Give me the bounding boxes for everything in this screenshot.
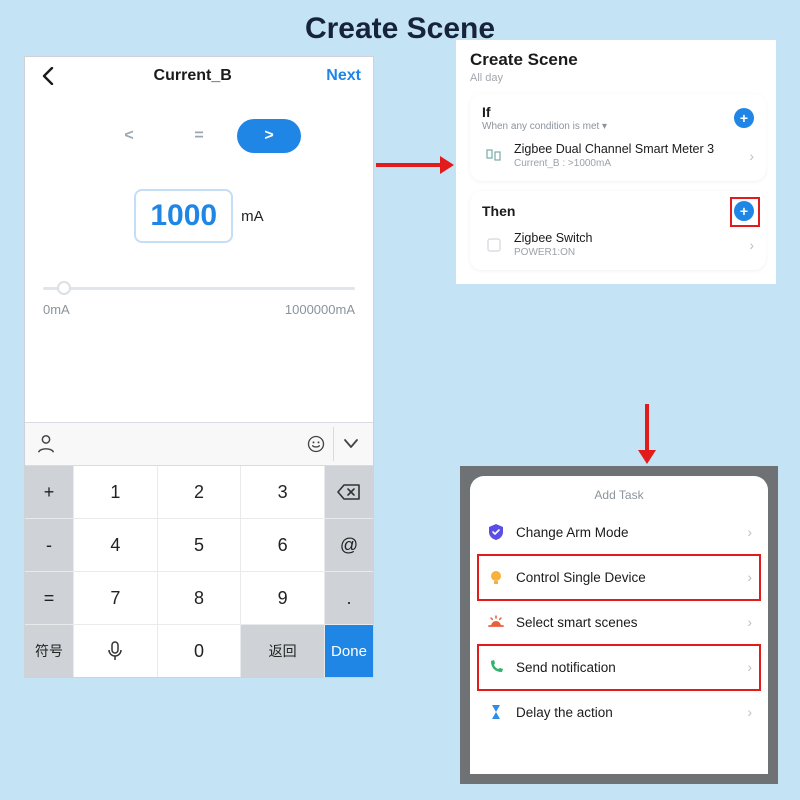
- key-2[interactable]: 2: [158, 466, 241, 518]
- key-done[interactable]: Done: [325, 625, 373, 677]
- back-button[interactable]: [37, 65, 59, 87]
- then-card: Then + Zigbee Switch POWER1:ON ›: [470, 191, 766, 270]
- key-equals[interactable]: =: [25, 572, 73, 624]
- if-title: If: [482, 104, 607, 120]
- shield-icon: [486, 522, 506, 542]
- schedule-label: All day: [470, 72, 766, 84]
- chevron-down-icon: [344, 439, 358, 449]
- key-9[interactable]: 9: [241, 572, 324, 624]
- keyboard-mode-icon[interactable]: [31, 429, 61, 459]
- task-control-single-device[interactable]: Control Single Device ›: [478, 555, 760, 600]
- key-8[interactable]: 8: [158, 572, 241, 624]
- action-row[interactable]: Zigbee Switch POWER1:ON ›: [482, 231, 754, 258]
- hourglass-icon: [486, 702, 506, 722]
- smile-icon: [306, 434, 326, 454]
- add-task-sheet: Add Task Change Arm Mode › Control Singl…: [460, 466, 778, 784]
- key-1[interactable]: 1: [74, 466, 157, 518]
- if-subtitle[interactable]: When any condition is met ▾: [482, 121, 607, 132]
- key-minus[interactable]: -: [25, 519, 73, 571]
- header: Current_B Next: [25, 57, 373, 95]
- slider-track: [43, 287, 355, 290]
- condition-row[interactable]: Zigbee Dual Channel Smart Meter 3 Curren…: [482, 142, 754, 169]
- highlight-add-task: [730, 197, 760, 227]
- sunrise-icon: [486, 612, 506, 632]
- key-dot[interactable]: .: [325, 572, 373, 624]
- switch-device-icon: [485, 236, 503, 254]
- key-0[interactable]: 0: [158, 625, 241, 677]
- key-voice[interactable]: [74, 625, 157, 677]
- value-unit: mA: [241, 208, 264, 225]
- task-label: Control Single Device: [516, 570, 737, 585]
- condition-editor-screen: Current_B Next < = > 1000 mA 0mA 1000000…: [24, 56, 374, 678]
- comparator-greater-than[interactable]: >: [237, 119, 301, 153]
- slider-thumb[interactable]: [57, 281, 71, 295]
- key-at[interactable]: @: [325, 519, 373, 571]
- comparator-row: < = >: [25, 119, 373, 153]
- slider-labels: 0mA 1000000mA: [43, 302, 355, 317]
- meter-icon: [485, 147, 503, 165]
- value-row: 1000 mA: [25, 189, 373, 243]
- value-input[interactable]: 1000: [134, 189, 233, 243]
- arrow-to-create-scene: [376, 156, 454, 174]
- chevron-right-icon: ›: [749, 148, 754, 164]
- key-backspace[interactable]: [325, 466, 373, 518]
- emoji-button[interactable]: [299, 427, 333, 461]
- key-4[interactable]: 4: [74, 519, 157, 571]
- switch-icon: [482, 233, 506, 257]
- chevron-right-icon: ›: [747, 524, 752, 540]
- slider-max: 1000000mA: [285, 302, 355, 317]
- task-select-smart-scenes[interactable]: Select smart scenes ›: [478, 600, 760, 645]
- create-scene-screen: Create Scene All day If When any conditi…: [456, 40, 776, 284]
- phone-icon: [486, 657, 506, 677]
- key-5[interactable]: 5: [158, 519, 241, 571]
- editor-body: < = > 1000 mA 0mA 1000000mA: [25, 95, 373, 677]
- add-task-title: Add Task: [478, 484, 760, 510]
- task-change-arm-mode[interactable]: Change Arm Mode ›: [478, 510, 760, 555]
- chevron-left-icon: [42, 67, 54, 85]
- mic-icon: [108, 641, 122, 661]
- chevron-right-icon: ›: [747, 704, 752, 720]
- collapse-keyboard-button[interactable]: [333, 427, 367, 461]
- keyboard-icon: [35, 433, 57, 455]
- task-label: Send notification: [516, 660, 737, 675]
- create-scene-title: Create Scene: [470, 50, 766, 70]
- action-detail: POWER1:ON: [514, 247, 741, 258]
- arrow-to-add-task: [638, 404, 656, 464]
- screen-title: Current_B: [154, 67, 232, 85]
- chevron-right-icon: ›: [747, 614, 752, 630]
- add-condition-button[interactable]: +: [734, 108, 754, 128]
- key-plus[interactable]: +: [25, 466, 73, 518]
- backspace-icon: [337, 483, 361, 501]
- chevron-right-icon: ›: [747, 659, 752, 675]
- key-7[interactable]: 7: [74, 572, 157, 624]
- device-icon: [482, 144, 506, 168]
- key-3[interactable]: 3: [241, 466, 324, 518]
- numeric-keyboard: + 1 2 3 - 4 5 6 @ = 7 8 9 . 符号 0 返回 Done: [25, 466, 373, 677]
- task-send-notification[interactable]: Send notification ›: [478, 645, 760, 690]
- task-label: Select smart scenes: [516, 615, 737, 630]
- then-title: Then: [482, 203, 515, 219]
- comparator-equal[interactable]: =: [167, 119, 231, 153]
- value-slider[interactable]: 0mA 1000000mA: [25, 287, 373, 317]
- action-device-name: Zigbee Switch: [514, 231, 741, 246]
- slider-min: 0mA: [43, 302, 70, 317]
- keyboard-toolbar: [25, 422, 373, 466]
- condition-device-name: Zigbee Dual Channel Smart Meter 3: [514, 142, 741, 157]
- key-symbols[interactable]: 符号: [25, 625, 73, 677]
- next-button[interactable]: Next: [326, 67, 361, 85]
- chevron-right-icon: ›: [747, 569, 752, 585]
- task-label: Delay the action: [516, 705, 737, 720]
- bulb-icon: [486, 567, 506, 587]
- comparator-less-than[interactable]: <: [97, 119, 161, 153]
- key-6[interactable]: 6: [241, 519, 324, 571]
- if-card: If When any condition is met ▾ + Zigbee …: [470, 94, 766, 181]
- task-label: Change Arm Mode: [516, 525, 737, 540]
- key-return[interactable]: 返回: [241, 625, 324, 677]
- condition-detail: Current_B : >1000mA: [514, 158, 741, 169]
- chevron-right-icon: ›: [749, 237, 754, 253]
- task-delay-action[interactable]: Delay the action ›: [478, 690, 760, 734]
